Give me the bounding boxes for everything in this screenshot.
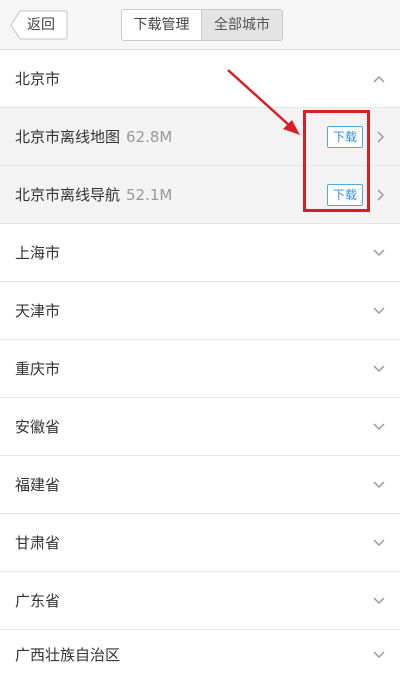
chevron-down-icon <box>373 364 385 372</box>
top-bar: 返回 下载管理 全部城市 <box>0 0 400 50</box>
city-name: 安徽省 <box>15 417 61 436</box>
chevron-down-icon <box>373 248 385 256</box>
city-row-expanded[interactable]: 北京市 <box>0 50 400 108</box>
chevron-down-icon <box>373 306 385 314</box>
chevron-right-icon[interactable] <box>376 188 384 202</box>
city-name: 北京市 <box>15 69 61 88</box>
item-size: 62.8M <box>126 127 173 146</box>
city-name: 广东省 <box>15 591 61 610</box>
chevron-down-icon <box>373 480 385 488</box>
segmented-control: 下载管理 全部城市 <box>121 9 283 41</box>
city-row[interactable]: 福建省 <box>0 456 400 514</box>
back-label: 返回 <box>27 17 55 33</box>
city-row[interactable]: 重庆市 <box>0 340 400 398</box>
item-label: 北京市离线导航 52.1M <box>15 186 172 204</box>
item-name: 北京市离线地图 <box>15 127 121 146</box>
chevron-down-icon <box>373 422 385 430</box>
chevron-down-icon <box>373 538 385 546</box>
city-row[interactable]: 天津市 <box>0 282 400 340</box>
city-name: 上海市 <box>15 243 61 262</box>
back-button[interactable]: 返回 <box>10 10 68 40</box>
city-row[interactable]: 广西壮族自治区 <box>0 630 400 680</box>
item-label: 北京市离线地图 62.8M <box>15 128 172 146</box>
item-name: 北京市离线导航 <box>15 185 121 204</box>
city-row[interactable]: 广东省 <box>0 572 400 630</box>
chevron-down-icon <box>373 596 385 604</box>
city-name: 甘肃省 <box>15 533 61 552</box>
city-name: 广西壮族自治区 <box>15 646 121 664</box>
city-row[interactable]: 安徽省 <box>0 398 400 456</box>
city-row[interactable]: 甘肃省 <box>0 514 400 572</box>
item-size: 52.1M <box>126 185 173 204</box>
city-name: 福建省 <box>15 475 61 494</box>
tab-download-manager[interactable]: 下载管理 <box>122 10 202 40</box>
city-download-screen: 返回 下载管理 全部城市 北京市 北京市离线地图 62.8M 下载 北京市离线导航… <box>0 0 400 680</box>
chevron-down-icon <box>373 651 385 659</box>
tab-all-cities[interactable]: 全部城市 <box>202 10 282 40</box>
city-name: 天津市 <box>15 301 61 320</box>
chevron-up-icon <box>373 75 385 83</box>
city-row[interactable]: 上海市 <box>0 224 400 282</box>
city-name: 重庆市 <box>15 359 61 378</box>
chevron-right-icon[interactable] <box>376 130 384 144</box>
annotation-highlight-box <box>303 110 370 212</box>
